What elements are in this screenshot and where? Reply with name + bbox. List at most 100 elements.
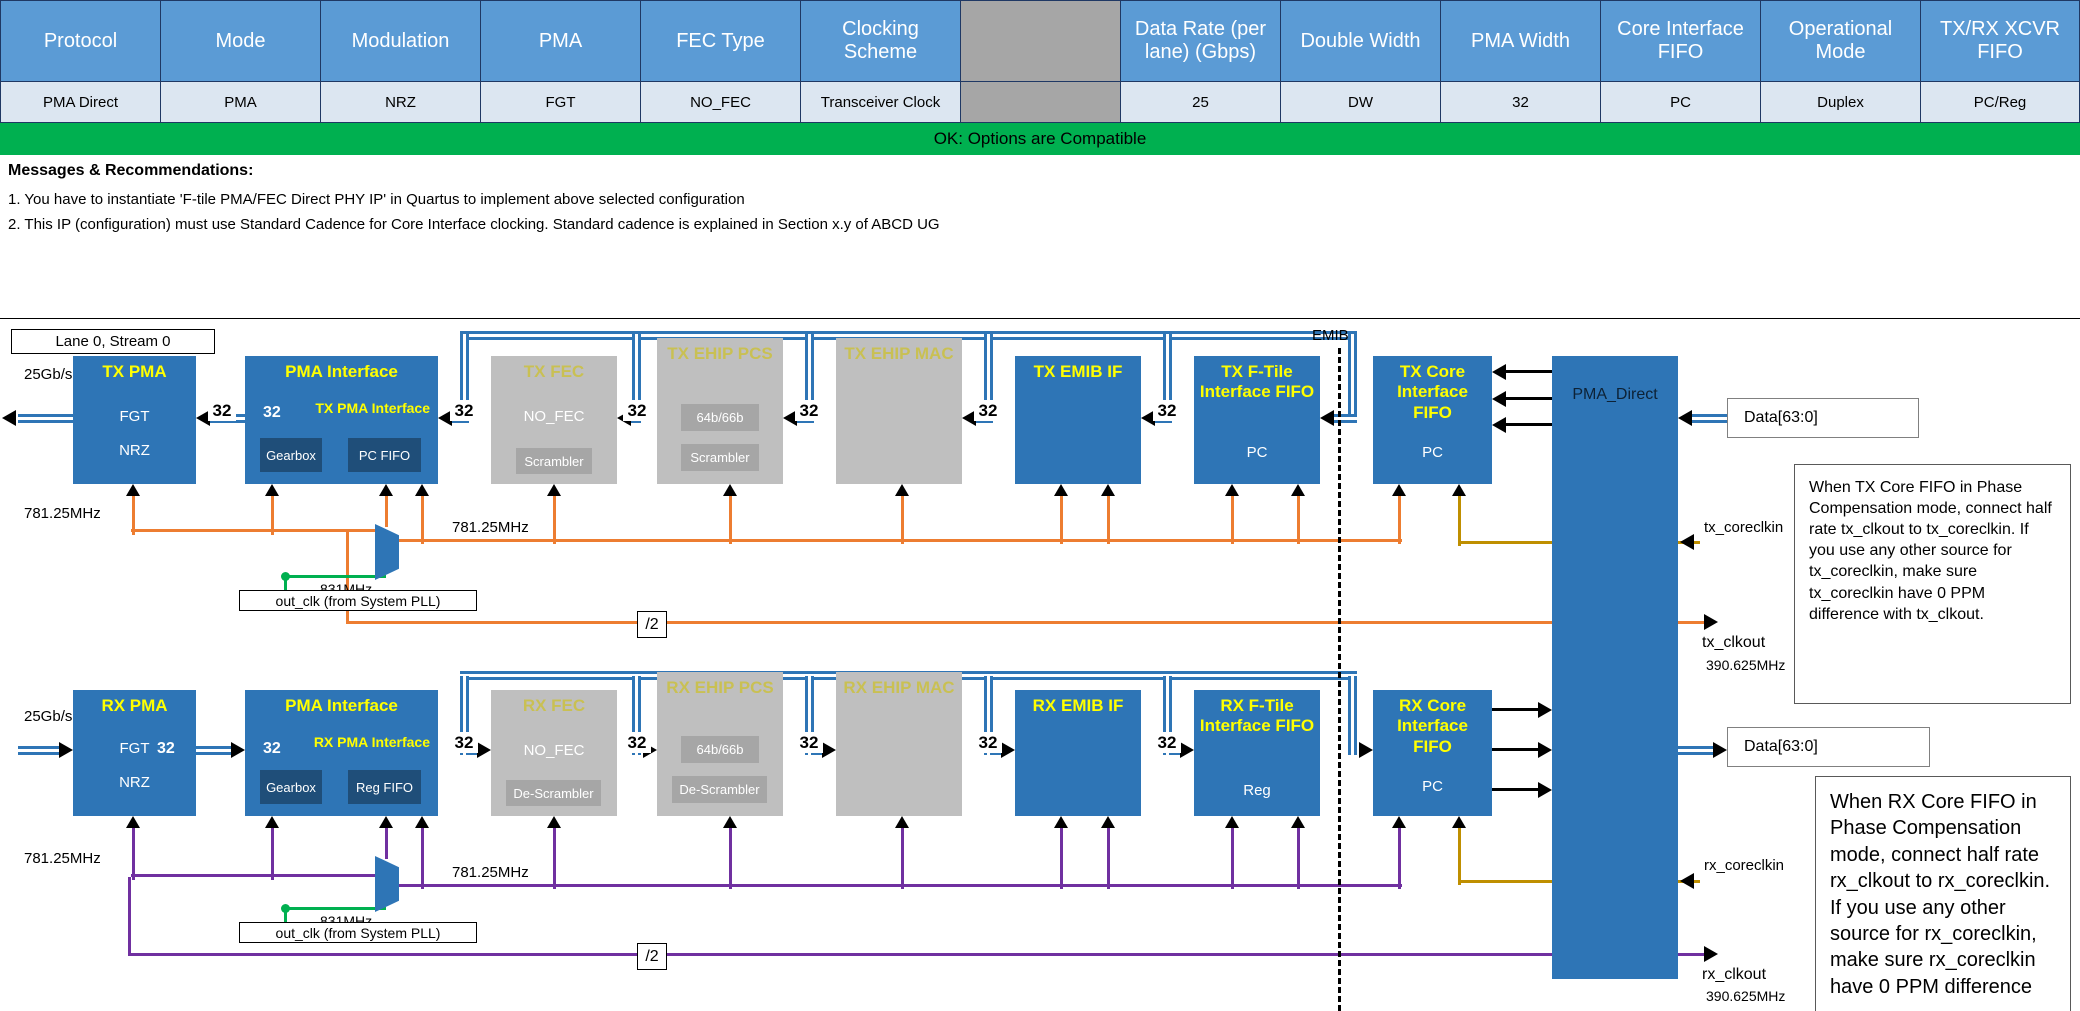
gearbox-subblock: Gearbox — [260, 770, 322, 804]
line-rate-label: 25Gb/s — [24, 708, 72, 725]
rx-ehip-pcs-block: RX EHIP PCS 64b/66b De-Scrambler — [657, 672, 783, 816]
clock-wire — [385, 494, 388, 527]
column-value[interactable]: 25 — [1120, 82, 1280, 123]
bus-width-label: 32 — [795, 400, 823, 421]
column-value[interactable]: PC — [1600, 82, 1760, 123]
fifo-mode-label: PC — [1373, 778, 1492, 795]
rx-core-fifo-block: RX Core Interface FIFO PC — [1373, 690, 1492, 816]
column-value[interactable]: DW — [1280, 82, 1440, 123]
tx-ftile-fifo-block: TX F-Tile Interface FIFO PC — [1194, 356, 1320, 484]
descrambler-subblock: De-Scrambler — [672, 776, 767, 803]
clock-wire — [385, 826, 388, 859]
pma-direct-block: PMA_Direct — [1552, 356, 1678, 979]
bus-width-label: 32 — [1153, 732, 1181, 753]
block-title: RX EHIP MAC — [836, 672, 962, 698]
bus-width-label: 32 — [974, 732, 1002, 753]
pc-fifo-subblock: PC FIFO — [348, 438, 421, 472]
column-header — [960, 0, 1120, 82]
arrow-right-icon — [822, 742, 836, 758]
clock-wire — [1107, 826, 1110, 889]
lane-stream-label: Lane 0, Stream 0 — [11, 329, 215, 354]
wire — [1492, 708, 1538, 711]
block-title: PMA Interface — [245, 690, 438, 716]
reg-fifo-subblock: Reg FIFO — [348, 770, 421, 804]
fifo-mode-label: PC — [1373, 444, 1492, 461]
table-column-clocking-scheme: Clocking Scheme Transceiver Clock — [800, 0, 960, 123]
rx-pma-interface-block: PMA Interface RX PMA Interface 32 Gearbo… — [245, 690, 438, 816]
modulation-label: NRZ — [73, 774, 196, 791]
column-value[interactable]: PMA Direct — [0, 82, 160, 123]
divider — [0, 318, 2080, 319]
arrow-up-icon — [547, 484, 561, 496]
arrow-up-icon — [1054, 484, 1068, 496]
block-title: TX EHIP PCS — [657, 338, 783, 364]
emib-boundary-line — [1338, 348, 1341, 1011]
table-column-mode: Mode PMA — [160, 0, 320, 123]
column-header: TX/RX XCVR FIFO — [1920, 0, 2080, 82]
half-rate-wire — [128, 877, 131, 956]
clock-wire — [729, 826, 732, 889]
pll-source-box: out_clk (from System PLL) — [239, 590, 477, 611]
rx-data-box: Data[63:0] — [1727, 727, 1930, 767]
column-value[interactable]: PC/Reg — [1920, 82, 2080, 123]
arrow-left-icon — [1492, 417, 1506, 433]
wire — [1492, 748, 1538, 751]
status-banner: OK: Options are Compatible — [0, 123, 2080, 155]
descrambler-subblock: De-Scrambler — [506, 780, 601, 806]
tx-pma-block: TX PMA FGT NRZ — [73, 356, 196, 484]
half-rate-freq-label: 390.625MHz — [1706, 988, 1785, 1004]
rx-emib-if-block: RX EMIB IF — [1015, 690, 1141, 816]
column-value[interactable]: PMA — [160, 82, 320, 123]
wire — [1492, 788, 1538, 791]
block-title: PMA Interface — [245, 356, 438, 382]
bus-width-label: 32 — [263, 404, 281, 422]
column-value[interactable]: FGT — [480, 82, 640, 123]
tx-coreclkin-label: tx_coreclkin — [1704, 519, 1783, 536]
column-value[interactable]: Transceiver Clock — [800, 82, 960, 123]
block-title: TX FEC — [491, 356, 617, 382]
block-title: RX PMA — [73, 690, 196, 716]
arrow-up-icon — [547, 816, 561, 828]
column-value[interactable]: Duplex — [1760, 82, 1920, 123]
arrow-right-icon — [1704, 946, 1718, 962]
arrow-up-icon — [415, 816, 429, 828]
table-column-blank — [960, 0, 1120, 123]
clock-freq-label: 781.25MHz — [452, 519, 529, 536]
bus-segment — [18, 414, 73, 423]
tx-ehip-pcs-block: TX EHIP PCS 64b/66b Scrambler — [657, 338, 783, 484]
message-item: 1. You have to instantiate 'F-tile PMA/F… — [8, 191, 745, 208]
decoder-subblock: 64b/66b — [681, 736, 759, 763]
tx-core-fifo-note: When TX Core FIFO in Phase Compensation … — [1794, 464, 2071, 704]
gearbox-subblock: Gearbox — [260, 438, 322, 472]
message-item: 2. This IP (configuration) must use Stan… — [8, 216, 940, 233]
rx-clkout-label: rx_clkout — [1702, 966, 1766, 984]
rx-ftile-fifo-block: RX F-Tile Interface FIFO Reg — [1194, 690, 1320, 816]
block-title: RX FEC — [491, 690, 617, 716]
bus-segment — [1678, 746, 1713, 755]
clock-wire — [421, 826, 424, 889]
rx-coreclkin-label: rx_coreclkin — [1704, 857, 1784, 874]
bus-segment — [18, 746, 59, 755]
column-value[interactable]: NRZ — [320, 82, 480, 123]
column-header: Operational Mode — [1760, 0, 1920, 82]
arrow-up-icon — [1452, 484, 1466, 496]
tx-data-box: Data[63:0] — [1727, 398, 1919, 438]
arrow-up-icon — [723, 484, 737, 496]
column-value[interactable]: 32 — [1440, 82, 1600, 123]
block-title: TX EMIB IF — [1015, 356, 1141, 382]
column-value[interactable]: NO_FEC — [640, 82, 800, 123]
bus-width-label: 32 — [208, 400, 236, 421]
bus-width-label: 32 — [1153, 400, 1181, 421]
arrow-up-icon — [126, 816, 140, 828]
table-column-core-interface-fifo: Core Interface FIFO PC — [1600, 0, 1760, 123]
block-title: RX EMIB IF — [1015, 690, 1141, 716]
table-column-protocol: Protocol PMA Direct — [0, 0, 160, 123]
column-header: Clocking Scheme — [800, 0, 960, 82]
arrow-right-icon — [231, 742, 245, 758]
pll-source-box: out_clk (from System PLL) — [239, 922, 477, 943]
arrow-up-icon — [1225, 816, 1239, 828]
arrow-left-icon — [1678, 410, 1692, 426]
table-column-operational-mode: Operational Mode Duplex — [1760, 0, 1920, 123]
tx-emib-if-block: TX EMIB IF — [1015, 356, 1141, 484]
column-value — [960, 82, 1120, 123]
